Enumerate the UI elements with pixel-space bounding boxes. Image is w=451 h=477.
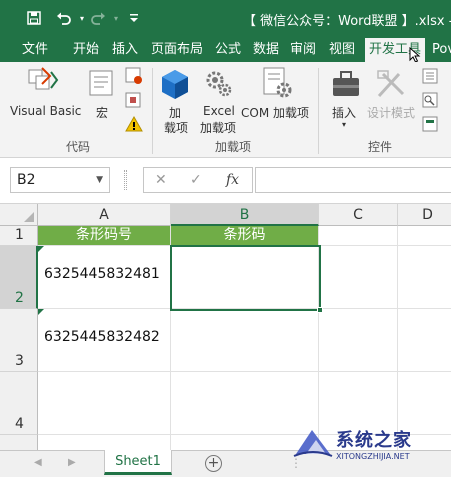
column-header-d[interactable]: D: [398, 204, 451, 226]
undo-icon[interactable]: [54, 8, 74, 28]
macros-icon[interactable]: [88, 68, 118, 98]
excel-addins-button-line2[interactable]: 加载项: [200, 119, 236, 136]
window-title: 【 微信公众号：Word联盟 】.xlsx - Ex: [243, 14, 451, 29]
cell-b1[interactable]: 条形码: [171, 226, 319, 246]
code-group-label: 代码: [66, 140, 91, 154]
insert-dropdown-icon[interactable]: ▾: [342, 120, 346, 129]
row-header-4[interactable]: 4: [0, 372, 38, 435]
prev-sheet-icon[interactable]: ◀: [34, 457, 42, 468]
insert-controls-button[interactable]: 插入: [332, 104, 356, 121]
tab-review[interactable]: 审阅: [288, 38, 318, 62]
controls-group-label: 控件: [368, 140, 393, 154]
ribbon: Visual Basic 宏 代码 加 载项 Excel 加载项 COM 加载项…: [0, 62, 451, 158]
worksheet-grid: A B C D 1 2 3 4 条形码号 条形码 6325445832481 6…: [0, 204, 451, 450]
error-indicator-icon: [38, 246, 44, 252]
select-all-button[interactable]: [0, 204, 38, 226]
customize-quick-access-icon[interactable]: [124, 8, 144, 28]
cell-a1[interactable]: 条形码号: [38, 226, 171, 246]
name-box[interactable]: B2 ▼: [10, 167, 110, 193]
tab-file[interactable]: 文件: [20, 38, 50, 62]
column-header-c[interactable]: C: [319, 204, 398, 226]
formula-input[interactable]: [255, 167, 451, 193]
enter-icon[interactable]: ✓: [190, 172, 202, 188]
addins-icon[interactable]: [160, 68, 190, 100]
cancel-icon[interactable]: ✕: [155, 172, 167, 188]
relative-reference-icon[interactable]: [124, 91, 144, 111]
watermark-subtext: XITONGZHIJIA.NET: [336, 452, 410, 461]
properties-icon[interactable]: [422, 68, 438, 84]
row-header-label: 4: [15, 416, 24, 432]
macros-button[interactable]: 宏: [96, 104, 108, 121]
addins-group-label: 加载项: [215, 140, 252, 154]
next-sheet-icon[interactable]: ▶: [68, 457, 76, 468]
selected-cell-outline: [170, 245, 323, 313]
run-dialog-icon[interactable]: [422, 116, 438, 132]
row-header-label: 3: [15, 353, 24, 369]
cell-a2-value: 6325445832481: [44, 266, 160, 282]
name-box-dropdown-icon[interactable]: ▼: [96, 168, 103, 192]
redo-dropdown-icon[interactable]: ▾: [106, 8, 126, 28]
cell-b3[interactable]: [171, 309, 319, 372]
design-mode-button[interactable]: 设计模式: [367, 104, 415, 121]
excel-addins-icon[interactable]: [203, 68, 235, 100]
view-code-icon[interactable]: [422, 92, 438, 108]
cell-a4[interactable]: [38, 372, 171, 435]
record-macro-icon[interactable]: [124, 66, 144, 86]
insert-function-icon[interactable]: fx: [226, 172, 239, 188]
tab-data[interactable]: 数据: [251, 38, 281, 62]
row-header-3[interactable]: 3: [0, 309, 38, 372]
cell-a5[interactable]: [38, 435, 171, 450]
com-addins-button[interactable]: COM 加载项: [241, 104, 309, 121]
cell-c2[interactable]: [319, 246, 398, 309]
tab-power[interactable]: Pov: [430, 38, 451, 62]
excel-addins-button-line1[interactable]: Excel: [203, 104, 235, 118]
cell-a3[interactable]: 6325445832482: [38, 309, 171, 372]
watermark-text: 系统之家: [336, 430, 412, 451]
watermark: 系统之家 XITONGZHIJIA.NET: [290, 420, 451, 477]
watermark-logo-icon: [293, 430, 333, 457]
redo-icon[interactable]: [88, 8, 108, 28]
column-header-b[interactable]: B: [171, 204, 319, 226]
formula-bar: B2 ▼ ✕ ✓ fx: [0, 158, 451, 204]
ribbon-separator: [152, 68, 153, 154]
cell-c1[interactable]: [319, 226, 398, 246]
ribbon-tabs: 文件 开始 插入 页面布局 公式 数据 审阅 视图 开发工具 Pov: [0, 38, 451, 63]
cell-c3[interactable]: [319, 309, 398, 372]
mouse-cursor-icon: [409, 47, 421, 63]
tab-insert[interactable]: 插入: [110, 38, 140, 62]
add-sheet-button[interactable]: +: [205, 455, 222, 472]
cell-d2[interactable]: [398, 246, 451, 309]
sheet-tab-sheet1[interactable]: Sheet1: [104, 450, 172, 475]
tab-page-layout[interactable]: 页面布局: [149, 38, 205, 62]
save-icon[interactable]: [24, 8, 44, 28]
row-header-1[interactable]: 1: [0, 226, 38, 246]
com-addins-icon[interactable]: [260, 66, 294, 100]
tab-formulas[interactable]: 公式: [213, 38, 243, 62]
cell-a3-value: 6325445832482: [44, 329, 160, 345]
cell-d1[interactable]: [398, 226, 451, 246]
title-bar: ▾ ▾ 【 微信公众号：Word联盟 】.xlsx - Ex: [0, 0, 451, 38]
visual-basic-icon[interactable]: [27, 66, 61, 96]
row-header-label: 1: [15, 227, 24, 243]
macro-security-icon[interactable]: [124, 115, 144, 133]
cell-a2[interactable]: 6325445832481: [38, 246, 171, 309]
row-header-label: 2: [15, 290, 24, 306]
row-header-5[interactable]: [0, 435, 38, 450]
design-mode-icon[interactable]: [375, 68, 407, 100]
error-indicator-icon: [38, 309, 44, 315]
visual-basic-button[interactable]: Visual Basic: [10, 104, 81, 118]
fill-handle[interactable]: [317, 307, 323, 313]
column-header-a[interactable]: A: [38, 204, 171, 226]
formula-bar-grip[interactable]: [124, 170, 127, 190]
cell-d3[interactable]: [398, 309, 451, 372]
addins-button-line2[interactable]: 载项: [164, 119, 188, 136]
insert-controls-icon[interactable]: [330, 68, 362, 100]
name-box-value: B2: [17, 172, 36, 188]
tab-view[interactable]: 视图: [327, 38, 357, 62]
ribbon-separator: [318, 68, 319, 154]
tab-home[interactable]: 开始: [71, 38, 101, 62]
row-header-2[interactable]: 2: [0, 246, 38, 309]
